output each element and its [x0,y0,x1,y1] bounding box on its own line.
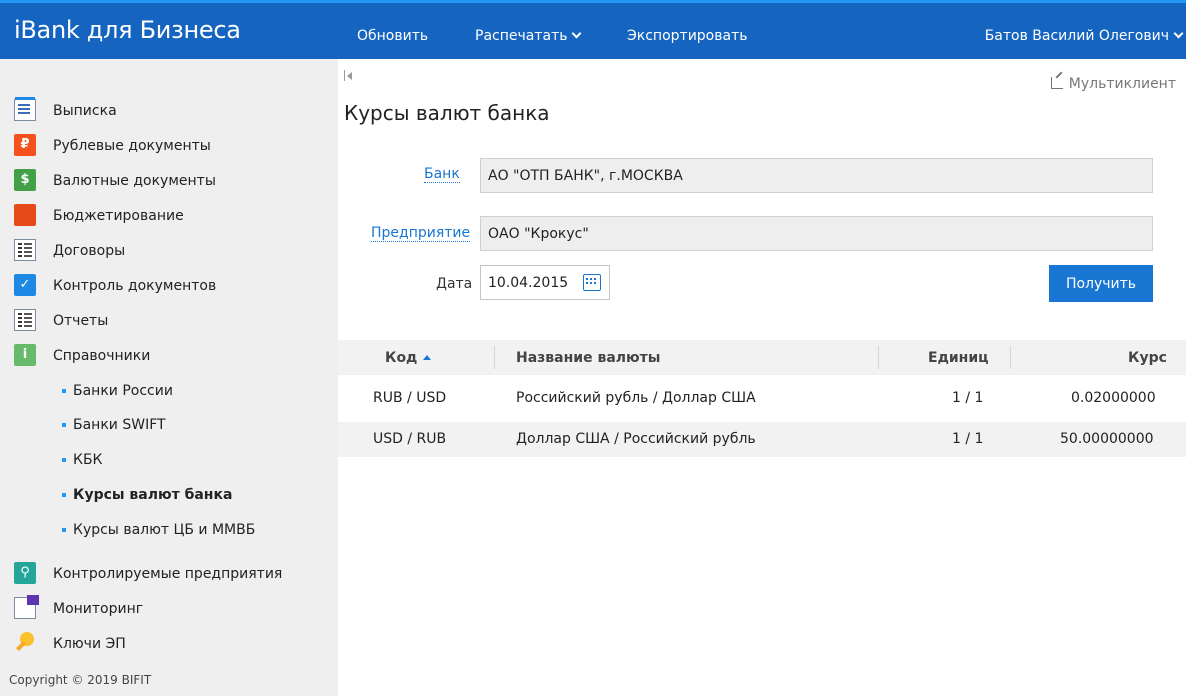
sidebar-item-label: Контролируемые предприятия [53,566,283,582]
sidebar-item-budget[interactable]: Бюджетирование [0,201,338,231]
sidebar-subitem-kbk[interactable]: КБК [0,446,338,476]
sidebar-item-label: Мониторинг [53,601,144,617]
sidebar-item-controlled-companies[interactable]: ⚲ Контролируемые предприятия [0,559,338,589]
ruble-documents-icon: ₽ [14,134,36,156]
sidebar: Выписка ₽ Рублевые документы $ Валютные … [0,59,338,696]
column-divider [1010,346,1011,369]
main-content: Мультиклиент Курсы валют банка Банк АО "… [338,59,1186,696]
sidebar-item-label: Бюджетирование [53,208,184,224]
sidebar-item-statement[interactable]: Выписка [0,96,338,126]
sidebar-subitem-label: Банки SWIFT [73,417,166,433]
user-name: Батов Василий Олегович [984,28,1169,44]
bullet-icon [62,423,66,427]
table-row[interactable]: RUB / USD Российский рубль / Доллар США … [338,381,1186,416]
controlled-companies-icon: ⚲ [14,562,36,584]
multiclient-button[interactable]: Мультиклиент [1050,76,1176,92]
sidebar-subitem-swift-banks[interactable]: Банки SWIFT [0,411,338,441]
date-label: Дата [436,276,473,292]
print-label: Распечатать [475,28,568,44]
sidebar-item-keys[interactable]: Ключи ЭП [0,629,338,659]
column-divider [878,346,879,369]
sidebar-item-document-control[interactable]: ✓ Контроль документов [0,271,338,301]
column-header-name[interactable]: Название валюты [516,350,660,366]
column-header-units[interactable]: Единиц [928,350,989,366]
company-field[interactable]: ОАО "Крокус" [480,216,1153,251]
sidebar-item-reports[interactable]: Отчеты [0,306,338,336]
sidebar-subitem-label: КБК [73,452,103,468]
sidebar-item-label: Ключи ЭП [53,636,126,652]
top-bar: iBank для Бизнеса Обновить Распечатать Э… [0,0,1186,66]
company-link[interactable]: Предприятие [371,225,471,242]
budget-icon [14,204,36,226]
table-header: Код Название валюты Единиц Курс [338,340,1186,375]
print-menu-button[interactable]: Распечатать [475,28,582,44]
document-control-icon: ✓ [14,274,36,296]
page-title: Курсы валют банка [344,101,550,125]
column-header-label: Код [385,350,418,366]
sidebar-item-currency-documents[interactable]: $ Валютные документы [0,166,338,196]
sidebar-subitem-russian-banks[interactable]: Банки России [0,377,338,407]
sidebar-subitem-label: Курсы валют банка [73,487,233,503]
get-rates-button[interactable]: Получить [1049,265,1153,302]
bank-link[interactable]: Банк [424,166,460,183]
refresh-button[interactable]: Обновить [357,28,428,44]
copyright: Copyright © 2019 BIFIT [9,673,152,687]
cell-code: RUB / USD [373,390,447,406]
reports-icon [14,309,36,331]
cell-rate: 50.00000000 [1060,431,1154,447]
sidebar-subitem-label: Курсы валют ЦБ и ММВБ [73,522,256,538]
directories-icon: i [14,344,36,366]
bullet-icon [62,528,66,532]
cell-code: USD / RUB [373,431,447,447]
table-row[interactable]: USD / RUB Доллар США / Российский рубль … [338,422,1186,457]
date-value: 10.04.2015 [488,275,569,291]
calendar-icon[interactable] [583,274,601,291]
chevron-down-icon [572,28,582,39]
chevron-down-icon [1173,28,1184,39]
bullet-icon [62,389,66,393]
statement-icon [14,97,36,121]
sidebar-item-ruble-documents[interactable]: ₽ Рублевые документы [0,131,338,161]
monitoring-icon [14,595,39,619]
export-button[interactable]: Экспортировать [627,28,747,44]
bank-field[interactable]: АО "ОТП БАНК", г.МОСКВА [480,158,1153,193]
brand-area: iBank для Бизнеса [0,0,338,59]
cell-rate: 0.02000000 [1071,390,1156,406]
column-header-code[interactable]: Код [385,350,432,366]
column-divider [494,346,495,369]
cell-name: Доллар США / Российский рубль [516,431,756,447]
sidebar-item-label: Рублевые документы [53,138,211,154]
collapse-sidebar-icon[interactable] [344,70,352,81]
external-link-icon [1050,77,1063,89]
cell-name: Российский рубль / Доллар США [516,390,756,406]
sidebar-item-directories[interactable]: i Справочники [0,341,338,371]
currency-documents-icon: $ [14,169,36,191]
sort-asc-icon [423,355,432,360]
multiclient-label: Мультиклиент [1068,76,1176,92]
sidebar-item-label: Договоры [53,243,126,259]
sidebar-item-label: Выписка [53,103,117,119]
bullet-icon [62,493,66,497]
sidebar-item-label: Валютные документы [53,173,216,189]
cell-units: 1 / 1 [952,431,984,447]
contracts-icon [14,239,36,261]
sidebar-subitem-label: Банки России [73,383,173,399]
sidebar-subitem-cb-rates[interactable]: Курсы валют ЦБ и ММВБ [0,516,338,546]
sidebar-item-label: Справочники [53,348,151,364]
key-icon [14,632,36,654]
sidebar-item-contracts[interactable]: Договоры [0,236,338,266]
bullet-icon [62,458,66,462]
sidebar-item-label: Отчеты [53,313,109,329]
sidebar-item-monitoring[interactable]: Мониторинг [0,594,338,624]
user-menu-button[interactable]: Батов Василий Олегович [984,28,1184,44]
date-input[interactable]: 10.04.2015 [480,265,610,300]
app-title[interactable]: iBank для Бизнеса [14,16,241,44]
sidebar-item-label: Контроль документов [53,278,217,294]
cell-units: 1 / 1 [952,390,984,406]
column-header-rate[interactable]: Курс [1128,350,1167,366]
top-nav: Обновить Распечатать Экспортировать Бато… [338,0,1186,59]
sidebar-subitem-bank-rates[interactable]: Курсы валют банка [0,481,338,511]
